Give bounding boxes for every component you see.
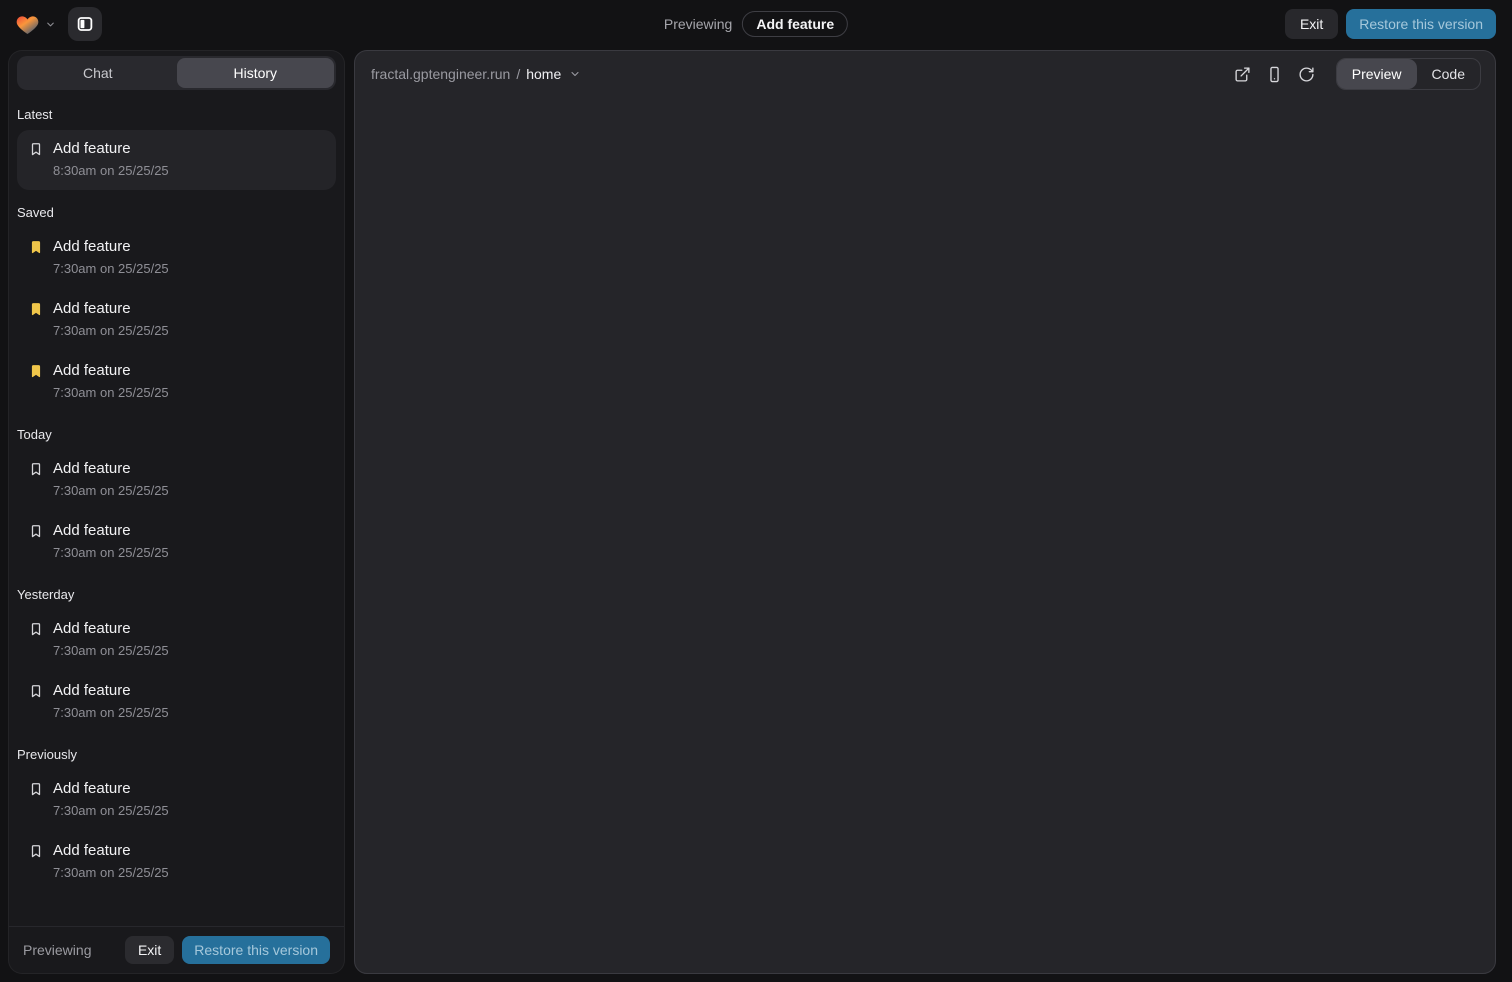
version-timestamp: 7:30am on 25/25/25 (53, 545, 324, 560)
version-timestamp: 7:30am on 25/25/25 (53, 643, 324, 658)
refresh-icon (1298, 66, 1315, 83)
version-timestamp: 7:30am on 25/25/25 (53, 705, 324, 720)
preview-code-switcher: Preview Code (1336, 58, 1481, 90)
version-timestamp: 7:30am on 25/25/25 (53, 865, 324, 880)
version-title: Add feature (53, 620, 131, 637)
panel-left-icon (76, 15, 94, 33)
bookmark-icon (29, 141, 43, 157)
version-timestamp: 7:30am on 25/25/25 (53, 385, 324, 400)
version-title: Add feature (53, 140, 131, 157)
version-title: Add feature (53, 300, 131, 317)
version-item[interactable]: Add feature 7:30am on 25/25/25 (17, 450, 336, 510)
url-breadcrumb[interactable]: fractal.gptengineer.run / home (371, 66, 581, 82)
version-title: Add feature (53, 682, 131, 699)
version-item[interactable]: Add feature 8:30am on 25/25/25 (17, 130, 336, 190)
version-timestamp: 7:30am on 25/25/25 (53, 261, 324, 276)
version-item[interactable]: Add feature 7:30am on 25/25/25 (17, 228, 336, 288)
header-center: Previewing Add feature (664, 11, 848, 37)
section-title-previously: Previously (17, 747, 336, 762)
history-sidebar: Chat History Latest Add feature 8:30am o… (8, 50, 345, 974)
external-link-icon (1234, 66, 1251, 83)
logo-chevron-down-icon[interactable] (45, 19, 56, 30)
version-name-badge[interactable]: Add feature (742, 11, 848, 37)
preview-toolbar: fractal.gptengineer.run / home (355, 51, 1495, 97)
tab-code[interactable]: Code (1417, 59, 1480, 89)
breadcrumb-host: fractal.gptengineer.run (371, 66, 510, 82)
tab-history[interactable]: History (177, 58, 335, 88)
bookmark-icon (29, 461, 43, 477)
section-title-yesterday: Yesterday (17, 587, 336, 602)
version-title: Add feature (53, 842, 131, 859)
version-title: Add feature (53, 780, 131, 797)
version-timestamp: 7:30am on 25/25/25 (53, 323, 324, 338)
version-item[interactable]: Add feature 7:30am on 25/25/25 (17, 770, 336, 830)
bookmark-icon (29, 843, 43, 859)
header-left-cluster (16, 7, 102, 41)
header-right-cluster: Exit Restore this version (1285, 9, 1496, 39)
version-title: Add feature (53, 522, 131, 539)
footer-exit-button[interactable]: Exit (125, 936, 174, 964)
breadcrumb-separator: / (516, 66, 520, 82)
version-history-list: Latest Add feature 8:30am on 25/25/25 Sa… (9, 90, 344, 926)
version-timestamp: 8:30am on 25/25/25 (53, 163, 324, 178)
breadcrumb-page: home (526, 66, 561, 82)
version-item[interactable]: Add feature 7:30am on 25/25/25 (17, 610, 336, 670)
version-item[interactable]: Add feature 7:30am on 25/25/25 (17, 352, 336, 412)
preview-pane: fractal.gptengineer.run / home (354, 50, 1496, 974)
refresh-button[interactable] (1292, 59, 1322, 89)
tab-preview[interactable]: Preview (1337, 59, 1417, 89)
smartphone-icon (1266, 66, 1283, 83)
version-title: Add feature (53, 362, 131, 379)
version-item[interactable]: Add feature 7:30am on 25/25/25 (17, 832, 336, 892)
sidebar-footer: Previewing Exit Restore this version (9, 926, 344, 973)
breadcrumb-chevron-down-icon (569, 68, 581, 80)
version-timestamp: 7:30am on 25/25/25 (53, 803, 324, 818)
footer-restore-version-button[interactable]: Restore this version (182, 936, 330, 964)
bookmark-filled-icon (29, 301, 43, 317)
top-bar: Previewing Add feature Exit Restore this… (0, 0, 1512, 48)
bookmark-filled-icon (29, 239, 43, 255)
restore-version-button[interactable]: Restore this version (1346, 9, 1496, 39)
sidebar-tab-switcher: Chat History (17, 56, 336, 90)
tab-chat[interactable]: Chat (19, 58, 177, 88)
version-item[interactable]: Add feature 7:30am on 25/25/25 (17, 512, 336, 572)
version-title: Add feature (53, 460, 131, 477)
bookmark-icon (29, 781, 43, 797)
bookmark-icon (29, 683, 43, 699)
section-title-latest: Latest (17, 107, 336, 122)
previewing-label: Previewing (664, 16, 732, 32)
bookmark-filled-icon (29, 363, 43, 379)
mobile-view-button[interactable] (1260, 59, 1290, 89)
version-title: Add feature (53, 238, 131, 255)
section-title-saved: Saved (17, 205, 336, 220)
preview-viewport (355, 97, 1495, 973)
version-item[interactable]: Add feature 7:30am on 25/25/25 (17, 290, 336, 350)
bookmark-icon (29, 621, 43, 637)
version-item[interactable]: Add feature 7:30am on 25/25/25 (17, 672, 336, 732)
version-timestamp: 7:30am on 25/25/25 (53, 483, 324, 498)
section-title-today: Today (17, 427, 336, 442)
footer-previewing-label: Previewing (23, 942, 117, 958)
bookmark-icon (29, 523, 43, 539)
sidebar-toggle-button[interactable] (68, 7, 102, 41)
exit-button[interactable]: Exit (1285, 9, 1338, 39)
preview-toolbar-actions: Preview Code (1228, 58, 1481, 90)
open-external-button[interactable] (1228, 59, 1258, 89)
lovable-heart-logo-icon[interactable] (16, 14, 39, 35)
